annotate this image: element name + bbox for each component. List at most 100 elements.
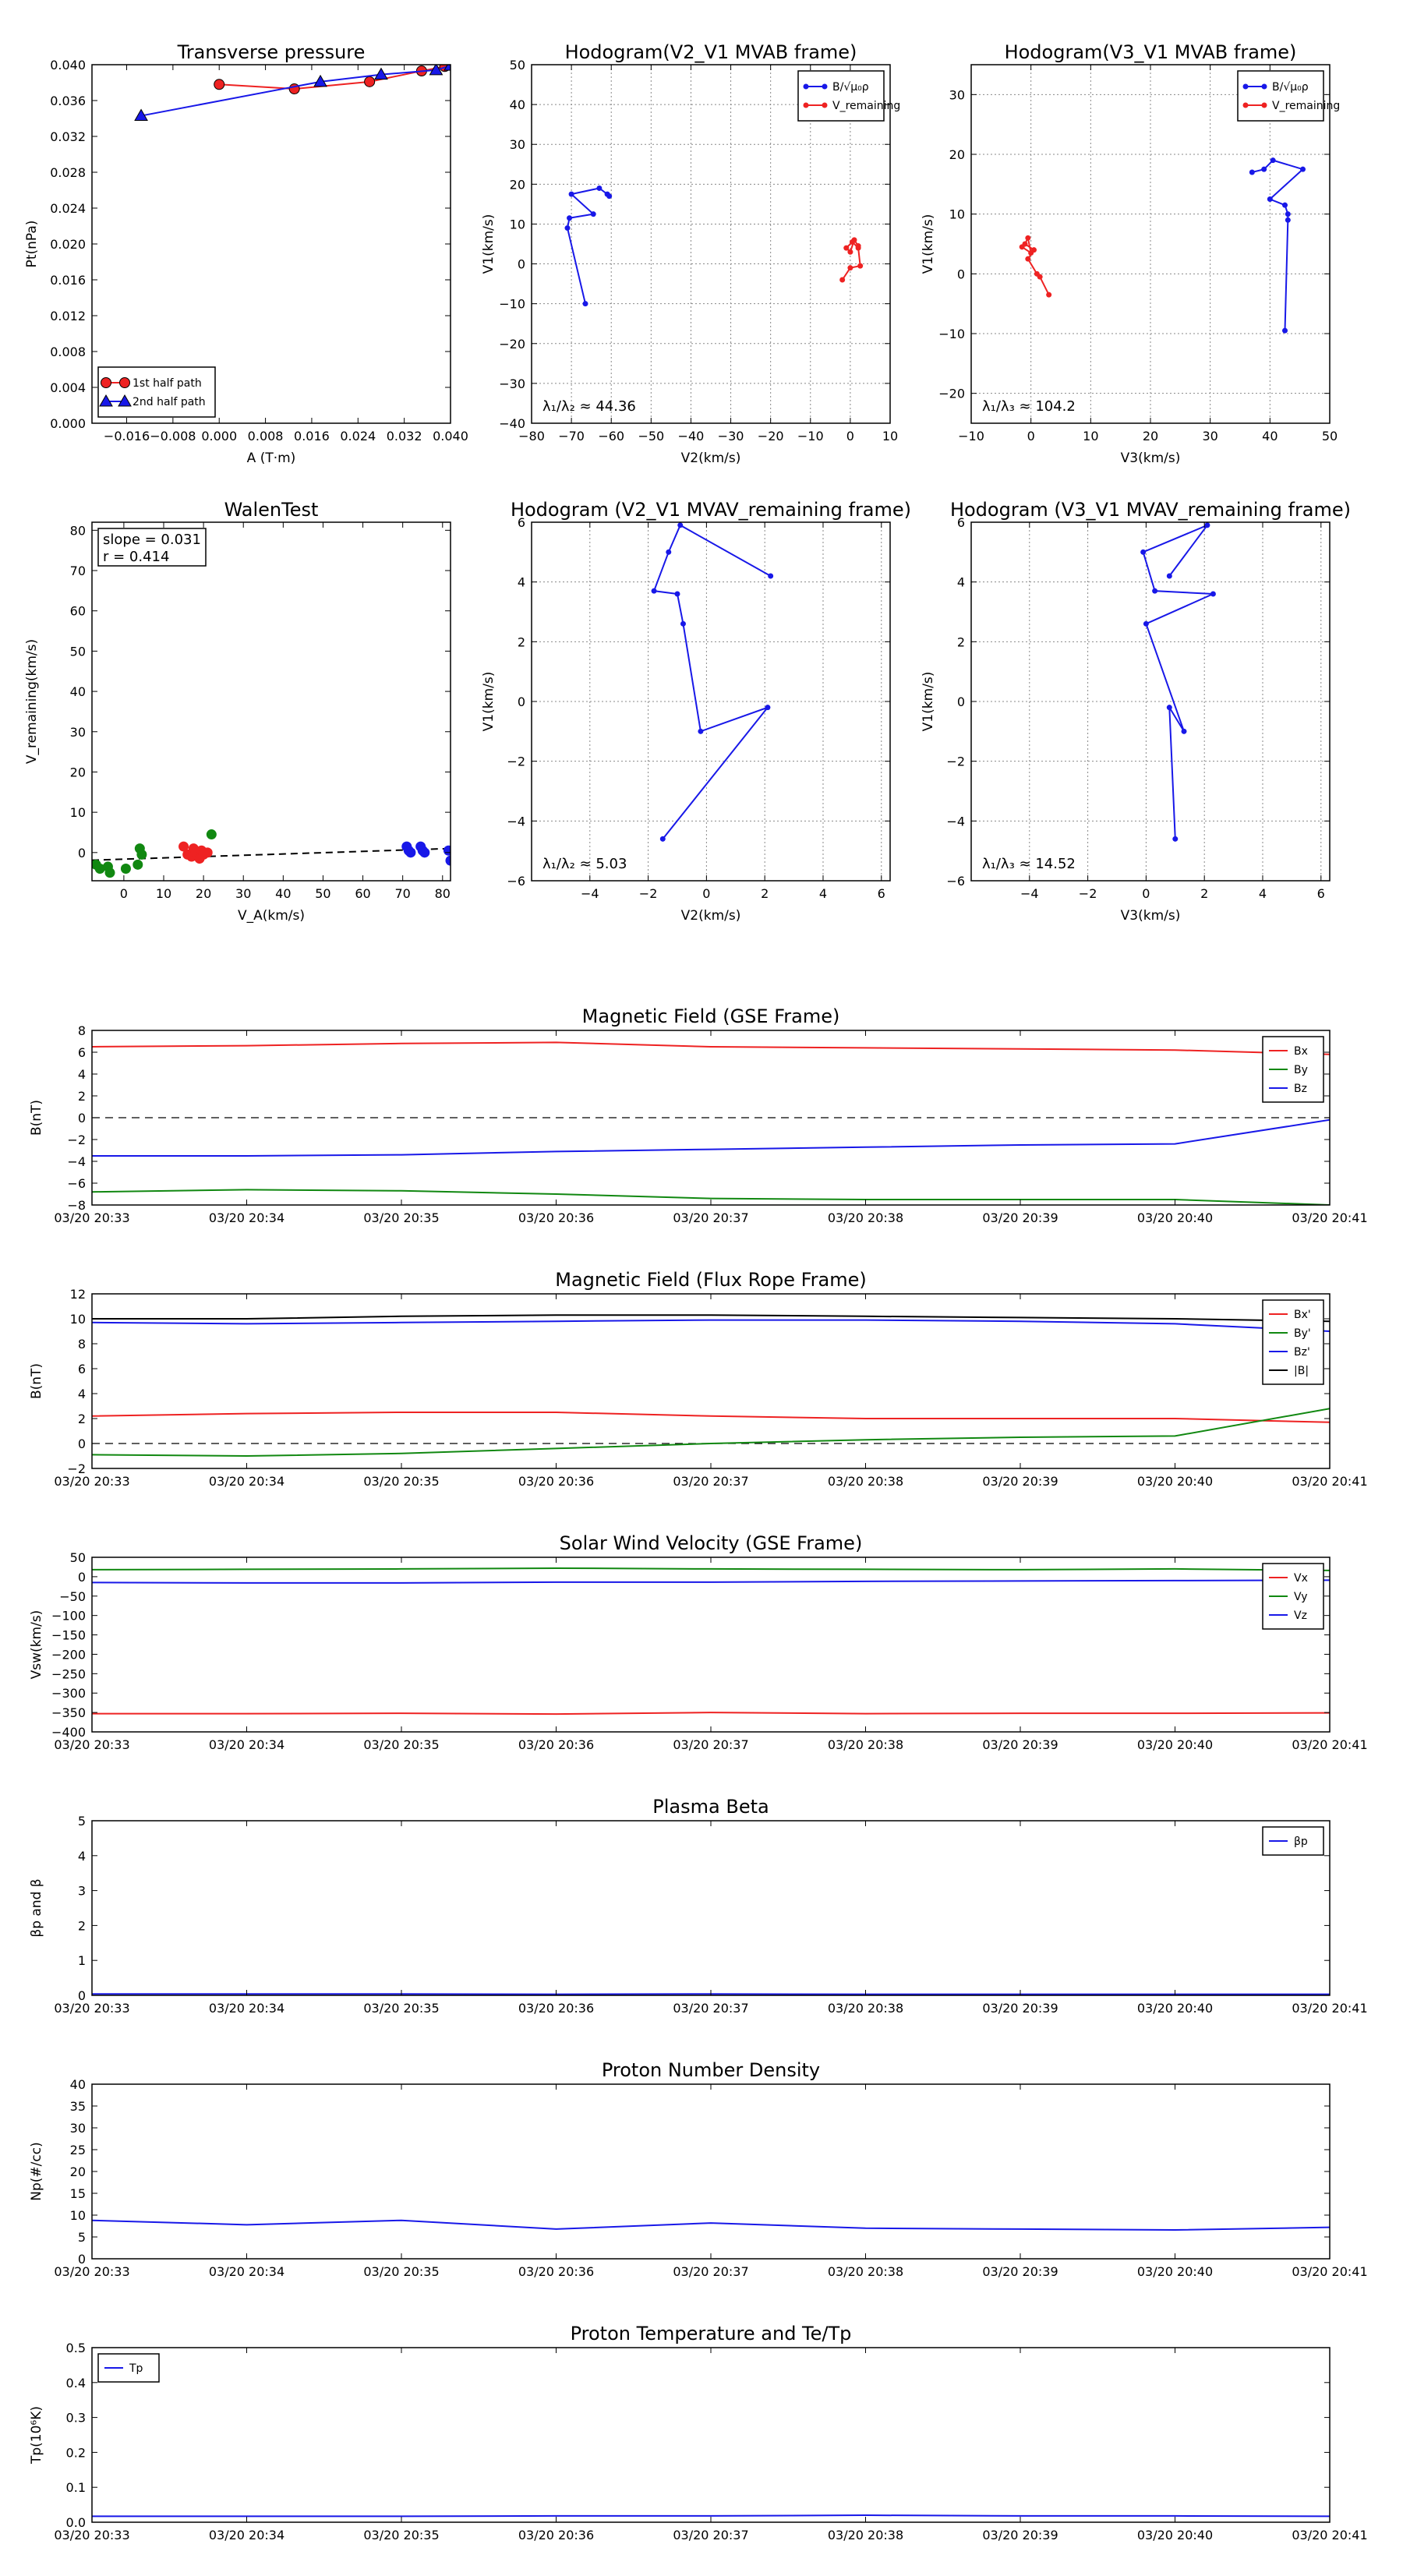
panel-hodogram-v3-v1-mvav: −4−20246−6−4−20246Hodogram (V3_V1 MVAV_r… [921,499,1351,924]
x-tick-label: 03/20 20:38 [828,1210,903,1225]
y-tick-label: 0.020 [50,237,86,252]
ratio-annotation: λ₁/λ₃ ≈ 14.52 [982,856,1076,872]
data-point [856,243,861,249]
axes-frame [92,2348,1330,2522]
data-point [1267,196,1273,202]
x-tick-label: 03/20 20:33 [54,2001,129,2016]
y-tick-label: 5 [78,1814,86,1829]
data-point [1152,588,1157,594]
y-axis-label: Vsw(km/s) [29,1610,44,1680]
x-tick-label: 0 [846,429,854,443]
panel-title: Hodogram (V2_V1 MVAV_remaining frame) [511,499,911,521]
panel-solar-wind-velocity: 03/20 20:3303/20 20:3403/20 20:3503/20 2… [29,1532,1368,1752]
x-tick-label: −2 [639,886,658,901]
y-tick-label: −2 [946,754,965,769]
x-tick-label: 10 [882,429,898,443]
x-tick-label: −40 [678,429,705,443]
x-axis-label: V_A(km/s) [238,908,305,924]
y-tick-label: 4 [957,575,965,590]
data-point [1270,157,1276,163]
y-tick-label: 20 [70,2164,86,2179]
y-tick-label: 0.3 [66,2411,86,2426]
y-tick-label: 10 [70,805,86,820]
x-tick-label: 03/20 20:39 [982,2001,1058,2016]
x-tick-label: 03/20 20:39 [982,1210,1058,1225]
x-tick-label: 0 [120,886,128,901]
x-tick-label: 03/20 20:36 [518,2001,594,2016]
y-tick-label: 0.4 [66,2376,86,2390]
x-tick-label: 0.016 [294,429,330,443]
legend-label: 2nd half path [133,396,206,408]
r-text: r = 0.414 [103,549,169,565]
x-tick-label: 03/20 20:34 [209,2264,284,2279]
x-tick-label: 03/20 20:40 [1137,1210,1213,1225]
legend-label: Bx' [1294,1309,1311,1321]
data-point [1182,729,1187,734]
x-tick-label: 6 [1317,886,1325,901]
y-axis-label: Np(#/cc) [29,2142,44,2200]
series-layer [92,2515,1330,2516]
series-line-1 [1022,238,1049,295]
panel-hodogram-v2-v1-mvav: −4−20246−6−4−20246Hodogram (V2_V1 MVAV_r… [481,499,911,924]
legend-marker [101,378,111,388]
data-point [606,193,612,199]
y-tick-label: 4 [78,1849,86,1864]
x-tick-label: 03/20 20:41 [1292,2001,1367,2016]
x-tick-label: 2 [761,886,769,901]
data-point [1204,522,1210,528]
x-tick-label: −50 [638,429,664,443]
y-tick-label: −100 [51,1609,86,1624]
x-tick-label: 03/20 20:33 [54,1210,129,1225]
data-point [1143,621,1149,627]
y-axis-label: V1(km/s) [921,672,936,732]
legend-label: B/√μ₀ρ [832,81,869,94]
y-tick-label: −2 [507,754,525,769]
x-axis-label: V2(km/s) [681,908,741,924]
data-point [1034,271,1040,277]
series-layer [565,186,864,306]
y-tick-label: 40 [70,2077,86,2092]
x-tick-label: 03/20 20:40 [1137,2528,1213,2542]
panel-title: Hodogram (V3_V1 MVAV_remaining frame) [950,499,1351,521]
x-tick-label: 03/20 20:33 [54,1474,129,1489]
y-tick-label: 30 [510,137,525,152]
series-line-0 [219,66,444,89]
x-tick-label: 03/20 20:35 [363,2001,439,2016]
y-tick-label: −10 [938,327,965,341]
ratio-annotation: λ₁/λ₂ ≈ 5.03 [542,856,627,872]
legend-label: |B| [1294,1365,1309,1377]
y-tick-label: 0 [78,2252,86,2267]
data-point [680,621,686,627]
x-axis-label: V3(km/s) [1121,451,1181,466]
legend-label: Vz [1294,1610,1307,1622]
legend: 1st half path2nd half path [98,367,215,417]
data-point [1172,836,1178,842]
data-point [569,192,574,197]
y-tick-label: 50 [510,58,525,72]
data-point [843,246,849,251]
y-axis-label: B(nT) [29,1363,44,1399]
legend-frame [1263,1300,1323,1384]
y-axis-label: βp and β [29,1878,44,1937]
data-point [1249,170,1255,175]
data-point [1285,211,1291,217]
x-tick-label: 03/20 20:35 [363,1737,439,1752]
y-tick-label: 80 [70,523,86,538]
y-tick-label: 70 [70,564,86,578]
y-tick-label: 0 [78,1988,86,2003]
y-tick-label: −6 [507,874,525,889]
y-tick-label: −2 [67,1133,86,1147]
x-tick-label: −10 [958,429,984,443]
data-point [768,574,773,579]
legend-label: By [1294,1064,1308,1076]
y-tick-label: 0 [957,694,965,709]
x-tick-label: 4 [1259,886,1267,901]
y-tick-label: 0 [518,694,525,709]
data-point [839,277,845,283]
legend-marker [1243,103,1249,108]
series-line-0 [1143,525,1214,839]
x-tick-label: 03/20 20:40 [1137,1737,1213,1752]
y-tick-label: 0 [78,1111,86,1125]
y-tick-label: 40 [70,684,86,699]
y-tick-label: 0.032 [50,129,86,144]
